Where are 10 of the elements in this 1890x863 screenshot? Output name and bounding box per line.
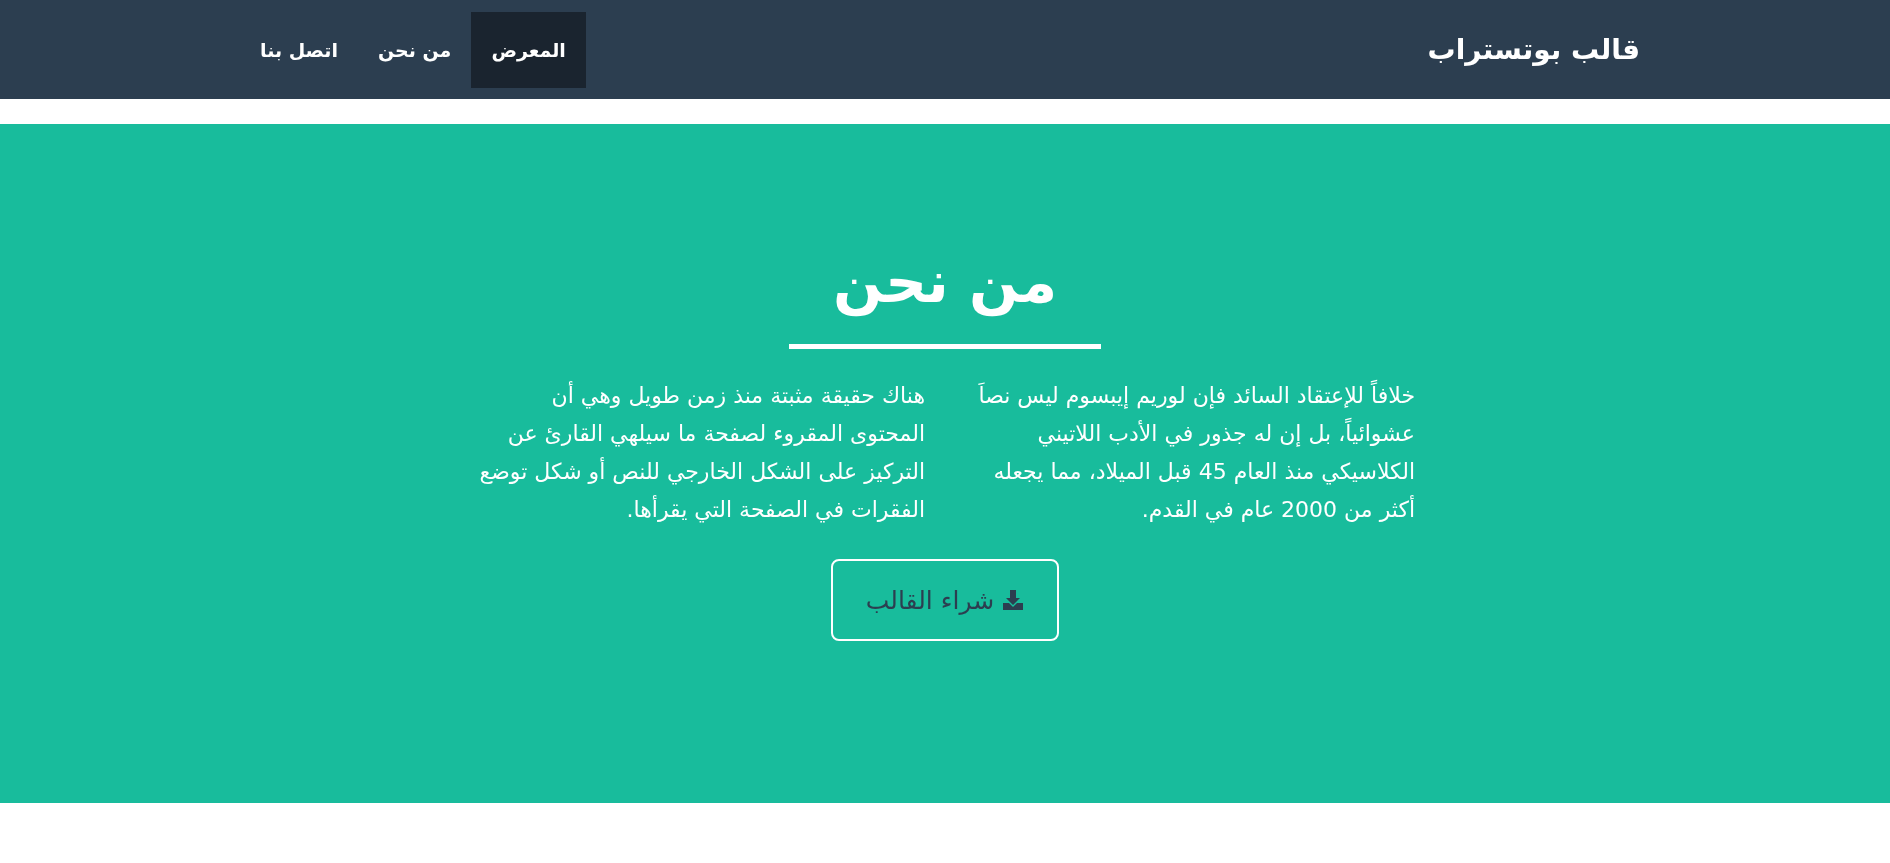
button-label: شراء القالب <box>865 585 995 615</box>
nav-link[interactable]: من نحن <box>357 11 472 88</box>
paragraph: هناك حقيقة مثبتة منذ زمن طويل وهي أن المحتوى المقروء لصفحة ما سيلهي القارئ عن التركيز على الشكل الخارجي للنص أو شكل توضع الفقرات في الصفحة التي يقرأها. <box>478 380 925 525</box>
nav-link[interactable]: اتصل بنا <box>240 11 358 88</box>
download-icon <box>1002 589 1025 611</box>
brand-title[interactable]: قالب بوتستراب <box>1427 33 1640 66</box>
nav-link[interactable]: المعرض <box>471 11 586 88</box>
paragraph: خلافاً للإعتقاد السائد فإن لوريم إيبسوم ليس نصاَ عشوائياً، بل إن له جذور في الأدب اللاتيني الكلاسيكي منذ العام 45 قبل الميلاد، مما يجعله أكثر من 2000 عام في القدم. <box>965 377 1415 529</box>
section-title: من نحن <box>832 247 1058 319</box>
buy-button[interactable]: شراء القالب <box>831 559 1059 641</box>
